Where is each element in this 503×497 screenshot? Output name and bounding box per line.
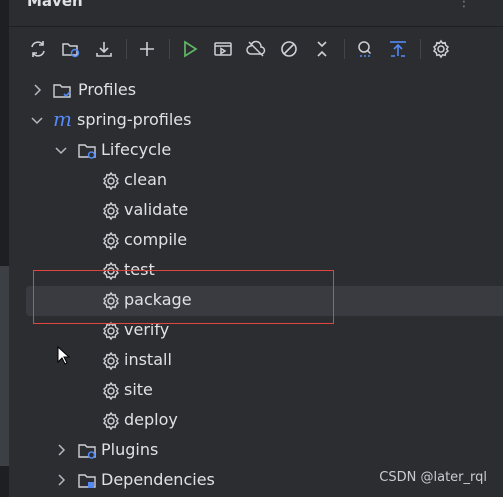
lifecycle-goal-compile[interactable]: compile <box>0 226 503 256</box>
run-icon[interactable] <box>176 35 204 63</box>
chevron-down-icon[interactable] <box>54 143 68 157</box>
tree-node-label: Dependencies <box>101 470 215 489</box>
analyze-dependencies-icon[interactable] <box>351 35 379 63</box>
collapse-icon[interactable] <box>308 35 336 63</box>
chevron-down-icon[interactable] <box>30 113 44 127</box>
tree-node-profiles[interactable]: Profiles <box>0 76 503 106</box>
tool-window-header: Maven ⋮ <box>9 0 503 24</box>
gear-icon <box>103 351 119 371</box>
gear-icon <box>103 381 119 401</box>
chevron-right-icon[interactable] <box>54 473 68 487</box>
skip-tests-icon[interactable] <box>275 35 303 63</box>
tree-node-label: Lifecycle <box>101 140 172 159</box>
tree-node-label: Profiles <box>78 80 137 99</box>
gear-icon <box>103 171 119 191</box>
mouse-cursor-icon <box>57 346 71 365</box>
download-icon[interactable] <box>90 35 118 63</box>
gear-icon <box>103 201 119 221</box>
gear-icon <box>103 411 119 431</box>
lifecycle-goal-site[interactable]: site <box>0 376 503 406</box>
maven-project-icon: m <box>53 107 72 131</box>
offline-icon[interactable] <box>242 35 270 63</box>
header-divider <box>9 26 503 27</box>
reimport-icon[interactable] <box>57 35 85 63</box>
folder-icon <box>53 84 71 98</box>
toolbar-separator <box>169 39 170 59</box>
goal-label: clean <box>124 170 168 189</box>
highlight-annotation-box <box>33 270 334 324</box>
toolbar-separator <box>126 39 127 59</box>
lifecycle-goal-validate[interactable]: validate <box>0 196 503 226</box>
dependencies-folder-icon <box>78 474 96 488</box>
maven-toolbar <box>24 35 460 63</box>
toolbar-separator <box>344 39 345 59</box>
tree-node-lifecycle[interactable]: Lifecycle <box>0 136 503 166</box>
lifecycle-goal-clean[interactable]: clean <box>0 166 503 196</box>
settings-icon[interactable] <box>427 35 455 63</box>
goal-label: compile <box>124 230 188 249</box>
goal-label: validate <box>124 200 189 219</box>
lifecycle-folder-icon <box>78 144 96 159</box>
tree-node-plugins[interactable]: Plugins <box>0 436 503 466</box>
goal-label: install <box>124 350 172 369</box>
lifecycle-goal-deploy[interactable]: deploy <box>0 406 503 436</box>
tree-node-project[interactable]: m spring-profiles <box>0 106 503 136</box>
add-icon[interactable] <box>133 35 161 63</box>
goal-label: site <box>124 380 153 399</box>
tree-node-label: Plugins <box>101 440 159 459</box>
lifecycle-goal-install[interactable]: install <box>0 346 503 376</box>
gear-icon <box>103 231 119 251</box>
plugins-folder-icon <box>78 444 96 459</box>
chevron-right-icon[interactable] <box>30 83 44 97</box>
panel-title: Maven <box>27 0 83 10</box>
tree-node-label: spring-profiles <box>77 110 192 129</box>
watermark: CSDN @later_rql <box>379 470 487 485</box>
goal-label: deploy <box>124 410 178 429</box>
run-config-icon[interactable] <box>209 35 237 63</box>
chevron-right-icon[interactable] <box>54 443 68 457</box>
gear-icon <box>103 321 119 341</box>
refresh-icon[interactable] <box>24 35 52 63</box>
more-options-icon[interactable]: ⋮ <box>457 0 471 10</box>
show-dependencies-icon[interactable] <box>384 35 412 63</box>
toolbar-separator <box>420 39 421 59</box>
